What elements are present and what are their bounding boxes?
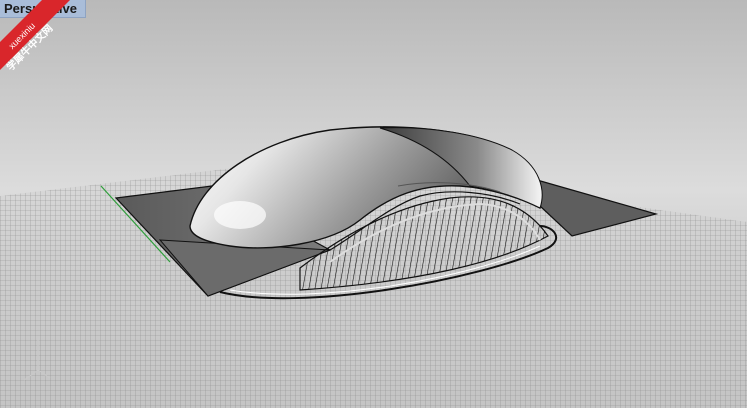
perspective-viewport[interactable]: Perspective xuexiniu 学犀牛中文网 bbox=[0, 0, 747, 408]
viewport-title-tab[interactable]: Perspective bbox=[0, 0, 86, 18]
world-axes-icon bbox=[23, 338, 51, 381]
rendered-3d-scene bbox=[0, 126, 747, 408]
viewport-title-label: Perspective bbox=[4, 1, 77, 16]
